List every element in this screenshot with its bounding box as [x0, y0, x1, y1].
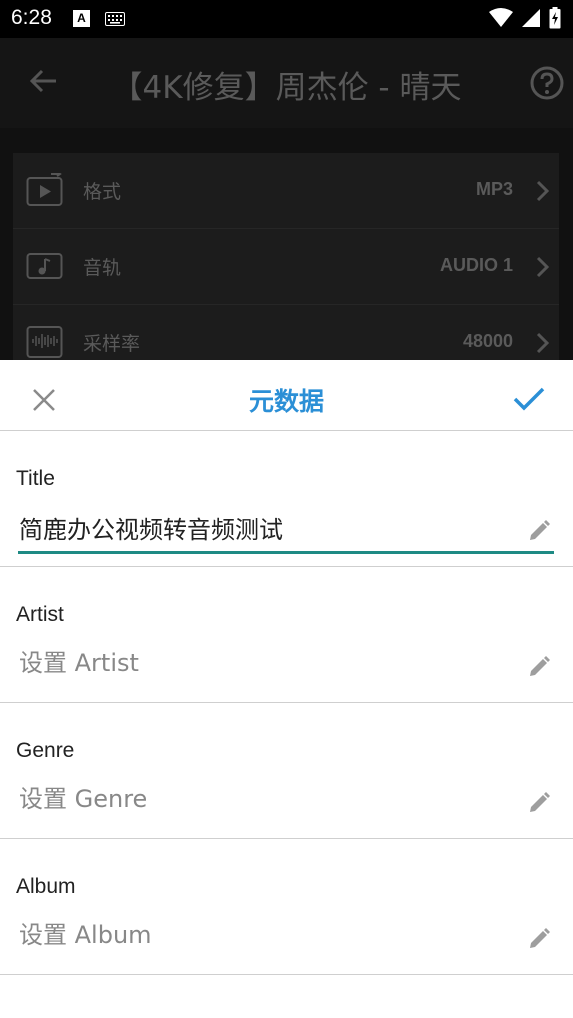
audio-track-label: 音轨 [83, 257, 122, 279]
title-label: Title [16, 467, 55, 490]
wifi-icon [489, 8, 513, 32]
format-value: MP3 [475, 179, 513, 199]
sheet-title: 元数据 [248, 387, 324, 416]
artist-field: Artist [0, 567, 573, 703]
a-notification-icon: A [73, 10, 90, 27]
album-field: Album [0, 839, 573, 975]
check-icon [513, 387, 545, 411]
artist-label: Artist [16, 603, 64, 626]
sample-rate-value: 48000 [462, 331, 513, 351]
artist-input[interactable] [19, 649, 519, 677]
status-bar: 6:28 A [0, 0, 573, 38]
music-note-icon [26, 249, 64, 287]
format-row[interactable]: 格式 MP3 [13, 153, 559, 229]
battery-icon [549, 7, 561, 33]
genre-label: Genre [16, 739, 75, 762]
confirm-button[interactable] [512, 384, 546, 414]
focus-underline [18, 551, 554, 554]
sheet-header: 元数据 [0, 360, 573, 431]
format-label: 格式 [83, 181, 122, 203]
background-screen: 【4K修复】周杰伦 - 晴天 格式 MP3 音轨 AUDIO 1 采样率 480… [0, 38, 573, 360]
hz-waveform-icon [26, 325, 64, 360]
sample-rate-row[interactable]: 采样率 48000 [13, 305, 559, 360]
background-toolbar: 【4K修复】周杰伦 - 晴天 [0, 38, 573, 128]
title-field: Title [0, 431, 573, 567]
pencil-icon[interactable] [527, 655, 551, 679]
sample-rate-label: 采样率 [83, 333, 141, 355]
pencil-icon[interactable] [527, 927, 551, 951]
pencil-icon[interactable] [527, 791, 551, 815]
chevron-right-icon [535, 256, 550, 282]
help-icon[interactable] [530, 66, 564, 104]
genre-field: Genre [0, 703, 573, 839]
audio-track-row[interactable]: 音轨 AUDIO 1 [13, 229, 559, 305]
status-time: 6:28 [11, 6, 52, 29]
chevron-right-icon [535, 332, 550, 358]
pencil-icon[interactable] [527, 519, 551, 543]
chevron-right-icon [535, 180, 550, 206]
audio-track-value: AUDIO 1 [439, 255, 513, 275]
title-input[interactable] [19, 513, 519, 541]
album-label: Album [16, 875, 76, 898]
album-input[interactable] [19, 921, 519, 949]
signal-icon [521, 8, 541, 32]
metadata-sheet: 元数据 Title Artist Genre Album [0, 360, 573, 1018]
genre-input[interactable] [19, 785, 519, 813]
video-title: 【4K修复】周杰伦 - 晴天 [111, 70, 462, 106]
settings-card: 格式 MP3 音轨 AUDIO 1 采样率 48000 [13, 153, 559, 360]
keyboard-icon [105, 11, 125, 30]
format-play-icon [26, 171, 64, 211]
